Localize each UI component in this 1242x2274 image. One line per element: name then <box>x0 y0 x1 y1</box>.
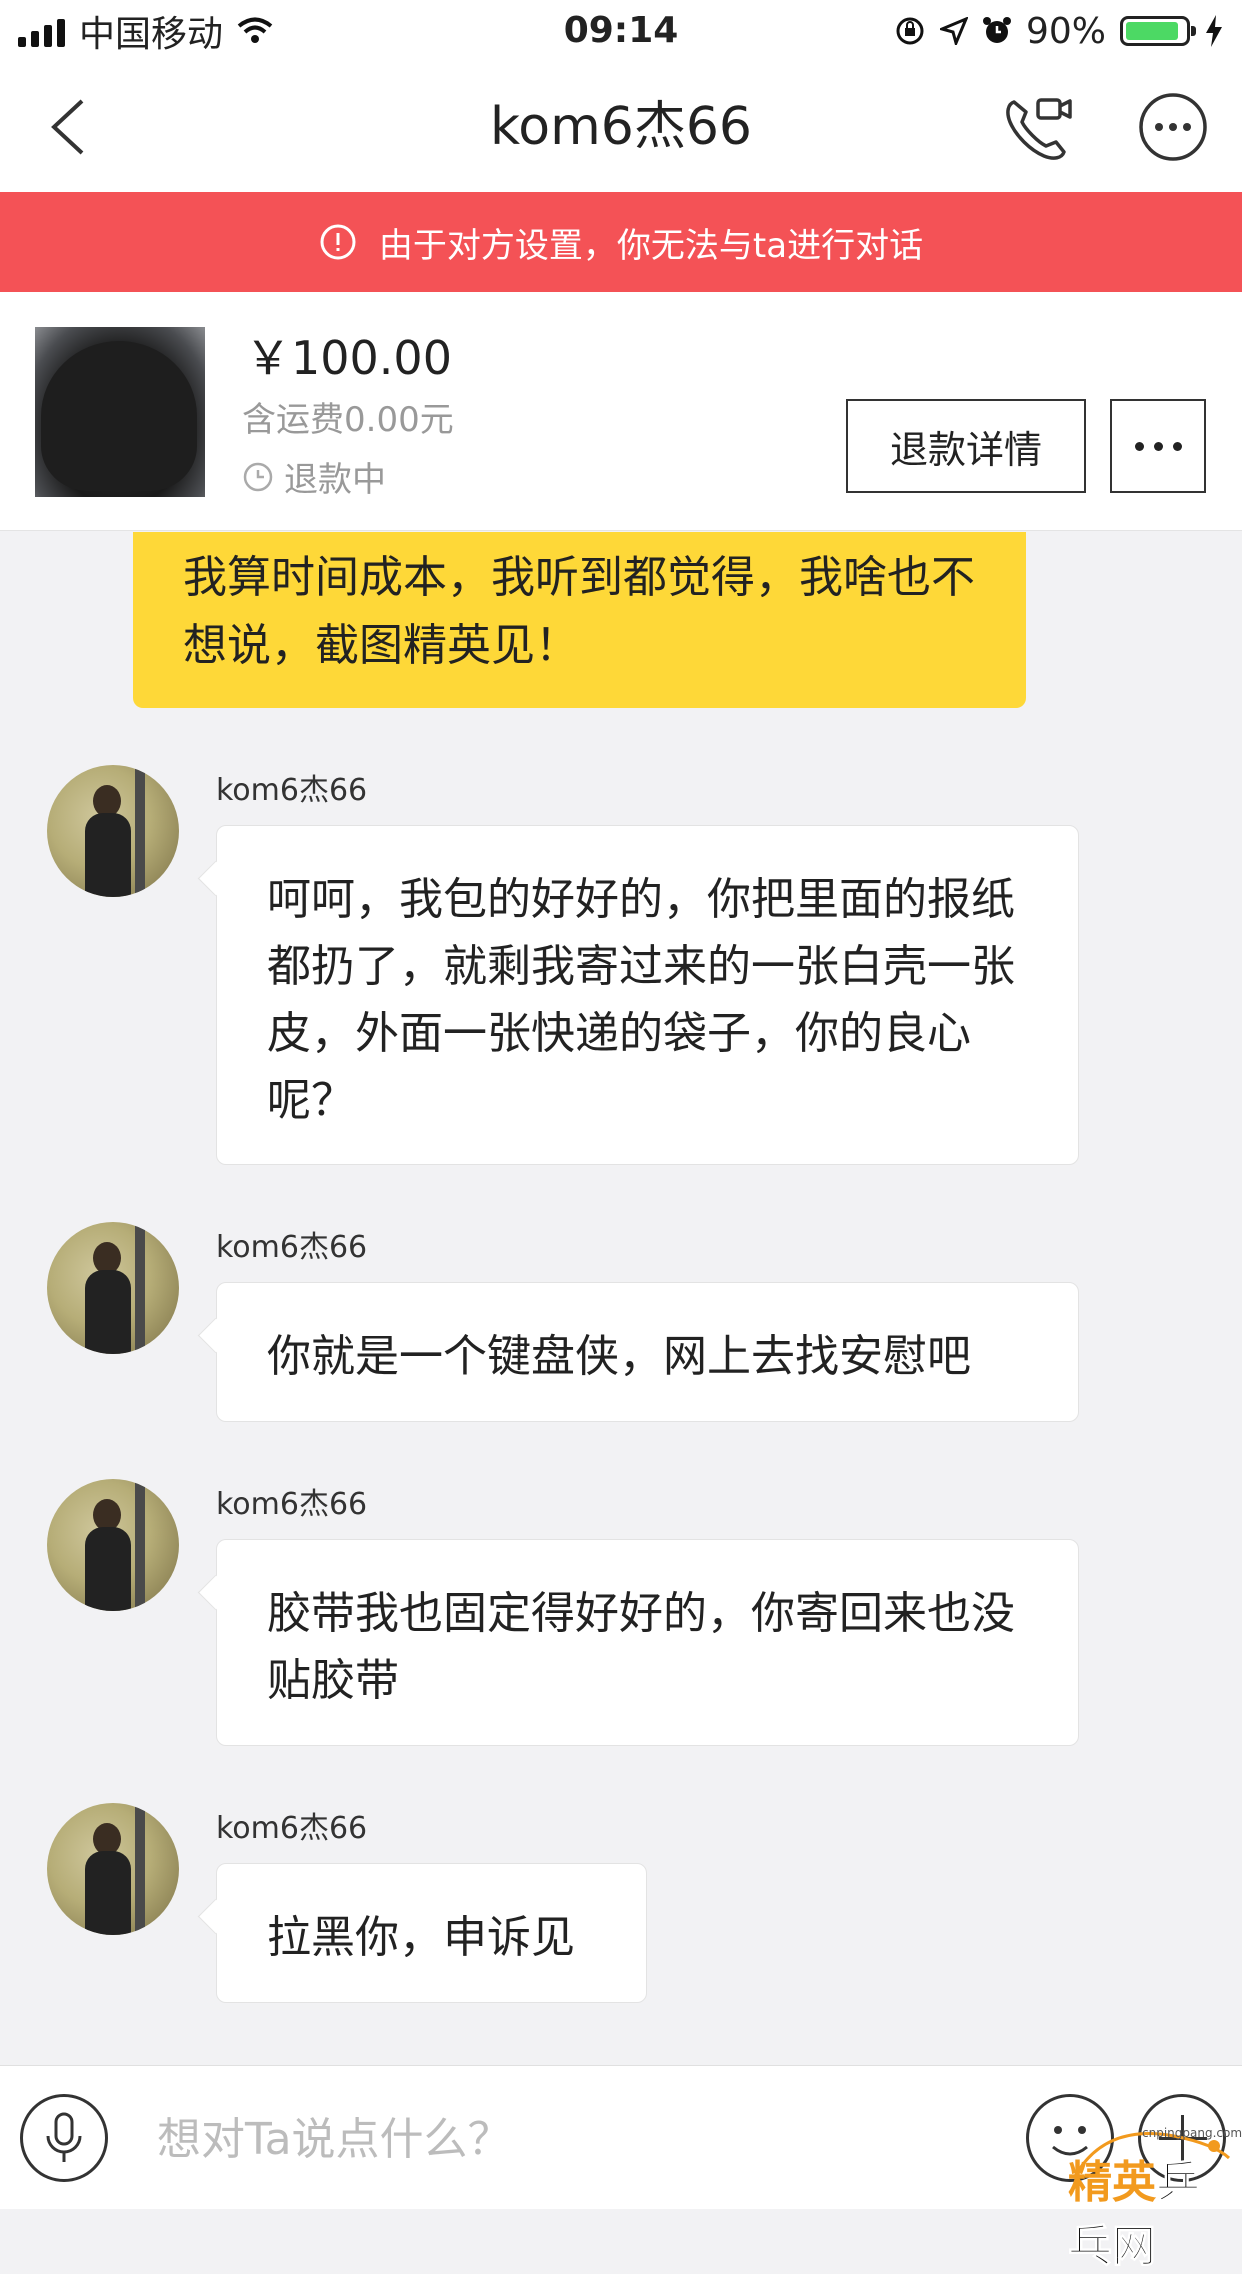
watermark-text-orange: 精英 <box>1068 2157 1156 2208</box>
sender-name: kom6杰66 <box>216 773 368 808</box>
my-message-bubble: 我算时间成本，我听到都觉得，我啥也不想说，截图精英见！ <box>133 532 1026 708</box>
status-bar: 中国移动 09:14 90% <box>0 0 1242 62</box>
order-more-button[interactable] <box>1110 399 1206 493</box>
message-bubble: 胶带我也固定得好好的，你寄回来也没贴胶带 <box>216 1539 1079 1746</box>
alarm-icon <box>982 17 1011 43</box>
clock-icon <box>243 462 273 491</box>
input-bar <box>0 2065 1242 2209</box>
charging-bolt-icon <box>1206 15 1222 47</box>
message-bubble: 呵呵，我包的好好的，你把里面的报纸都扔了，就剩我寄过来的一张白壳一张皮，外面一张… <box>216 825 1079 1165</box>
battery-icon <box>1120 16 1196 46</box>
avatar[interactable] <box>47 765 179 897</box>
voice-button[interactable] <box>20 2094 108 2182</box>
order-status-text: 退款中 <box>284 460 386 500</box>
location-icon <box>939 17 968 45</box>
shipping-fee: 含运费0.00元 <box>242 400 454 440</box>
avatar[interactable] <box>47 1803 179 1935</box>
sender-name: kom6杰66 <box>216 1487 368 1522</box>
order-price: ￥100.00 <box>245 331 452 385</box>
product-thumbnail[interactable] <box>35 327 205 497</box>
refund-details-button[interactable]: 退款详情 <box>846 399 1086 493</box>
sender-name: kom6杰66 <box>216 1811 368 1846</box>
order-card[interactable]: ￥100.00 含运费0.00元 退款中 退款详情 <box>0 292 1242 531</box>
message-bubble: 拉黑你，申诉见 <box>216 1863 647 2003</box>
blocked-banner: 由于对方设置，你无法与ta进行对话 <box>0 192 1242 292</box>
message-input[interactable] <box>155 2096 979 2182</box>
microphone-icon <box>46 2112 82 2162</box>
order-status: 退款中 <box>242 452 386 501</box>
watermark-url: cnpingpang.com <box>1142 2126 1242 2140</box>
avatar[interactable] <box>47 1222 179 1354</box>
message-bubble: 你就是一个键盘侠，网上去找安慰吧 <box>216 1282 1079 1422</box>
more-circle-icon[interactable] <box>1138 92 1208 162</box>
nav-bar: kom6杰66 <box>0 62 1242 192</box>
watermark-logo: cnpingpang.com 精英乒乓网 <box>1062 2118 1242 2273</box>
banner-text: 由于对方设置，你无法与ta进行对话 <box>378 225 924 266</box>
info-icon <box>320 224 356 260</box>
watermark-text: 精英乒乓网 <box>1068 2146 1237 2274</box>
orientation-lock-icon <box>896 17 924 45</box>
status-right: 90% <box>894 6 1224 56</box>
battery-fill <box>1126 22 1178 40</box>
phone-video-icon[interactable] <box>1000 90 1076 166</box>
sender-name: kom6杰66 <box>216 1230 368 1265</box>
avatar[interactable] <box>47 1479 179 1611</box>
battery-percent: 90% <box>1025 10 1106 52</box>
